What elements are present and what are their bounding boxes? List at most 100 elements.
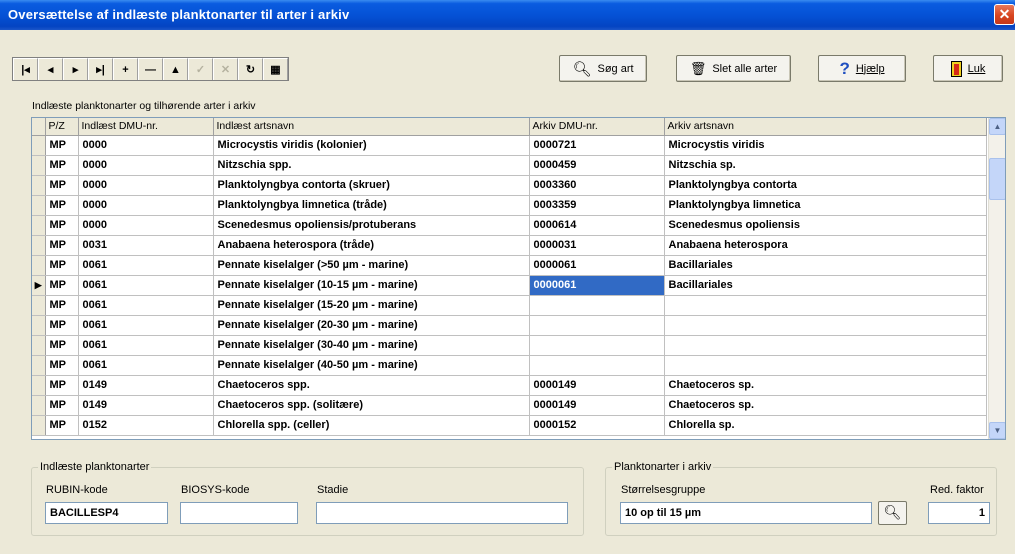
cell-imported-dmu[interactable]: 0149	[78, 395, 214, 416]
cell-imported-name[interactable]: Microcystis viridis (kolonier)	[213, 135, 530, 156]
cell-imported-dmu[interactable]: 0000	[78, 195, 214, 216]
cell-imported-name[interactable]: Anabaena heterospora (tråde)	[213, 235, 530, 256]
cell-archive-dmu[interactable]: 0000459	[529, 155, 665, 176]
cell-archive-dmu[interactable]: 0000061	[529, 255, 665, 276]
column-header-imported-dmu[interactable]: Indlæst DMU-nr.	[78, 118, 214, 136]
scroll-thumb[interactable]	[989, 158, 1005, 200]
cancel-edit-button[interactable]: ✕	[213, 58, 238, 80]
cell-pz[interactable]: MP	[45, 295, 79, 316]
delete-record-button[interactable]: —	[138, 58, 163, 80]
table-row[interactable]: MP 0031 Anabaena heterospora (tråde) 000003…	[32, 235, 987, 256]
cell-archive-name[interactable]: Chaetoceros sp.	[664, 395, 987, 416]
cell-pz[interactable]: MP	[45, 335, 79, 356]
cell-archive-dmu[interactable]: 0000149	[529, 375, 665, 396]
cell-pz[interactable]: MP	[45, 275, 79, 296]
next-record-button[interactable]: ▸	[63, 58, 88, 80]
reduction-factor-field[interactable]: 1	[928, 502, 990, 524]
cell-imported-dmu[interactable]: 0061	[78, 255, 214, 276]
cell-pz[interactable]: MP	[45, 155, 79, 176]
cell-imported-name[interactable]: Chaetoceros spp. (solitære)	[213, 395, 530, 416]
cell-imported-name[interactable]: Planktolyngbya contorta (skruer)	[213, 175, 530, 196]
cell-imported-dmu[interactable]: 0000	[78, 175, 214, 196]
search-species-button[interactable]: 🔍︎ Søg art	[559, 55, 647, 82]
cell-imported-dmu[interactable]: 0061	[78, 295, 214, 316]
cell-imported-name[interactable]: Pennate kiselalger (20-30 µm - marine)	[213, 315, 530, 336]
row-selector[interactable]	[32, 335, 46, 356]
cell-archive-name[interactable]: Microcystis viridis	[664, 135, 987, 156]
insert-record-button[interactable]: +	[113, 58, 138, 80]
cell-archive-dmu[interactable]	[529, 315, 665, 336]
cell-pz[interactable]: MP	[45, 255, 79, 276]
cell-imported-name[interactable]: Pennate kiselalger (40-50 µm - marine)	[213, 355, 530, 376]
table-row[interactable]: MP 0061 Pennate kiselalger (15-20 µm - mar…	[32, 295, 987, 316]
table-row[interactable]: MP 0149 Chaetoceros spp. (solitære) 0000149…	[32, 395, 987, 416]
row-selector[interactable]	[32, 375, 46, 396]
cell-archive-dmu[interactable]	[529, 295, 665, 316]
grid-vertical-scrollbar[interactable]: ▲ ▼	[988, 118, 1005, 439]
cell-archive-name[interactable]: Bacillariales	[664, 255, 987, 276]
cell-archive-name[interactable]	[664, 355, 987, 376]
cell-archive-name[interactable]: Chaetoceros sp.	[664, 375, 987, 396]
table-row[interactable]: MP 0061 Pennate kiselalger (40-50 µm - mar…	[32, 355, 987, 376]
cell-pz[interactable]: MP	[45, 315, 79, 336]
row-selector[interactable]	[32, 395, 46, 416]
prior-record-button[interactable]: ◂	[38, 58, 63, 80]
cell-archive-name[interactable]	[664, 315, 987, 336]
cell-imported-dmu[interactable]: 0152	[78, 415, 214, 436]
row-selector[interactable]	[32, 355, 46, 376]
cell-imported-name[interactable]: Pennate kiselalger (30-40 µm - marine)	[213, 335, 530, 356]
cell-pz[interactable]: MP	[45, 415, 79, 436]
cell-archive-name[interactable]: Anabaena heterospora	[664, 235, 987, 256]
cell-imported-name[interactable]: Pennate kiselalger (>50 µm - marine)	[213, 255, 530, 276]
table-row[interactable]: MP 0000 Scenedesmus opoliensis/protuberans…	[32, 215, 987, 236]
biosys-code-field[interactable]	[180, 502, 298, 524]
cell-pz[interactable]: MP	[45, 235, 79, 256]
scroll-up-icon[interactable]: ▲	[989, 118, 1005, 135]
cell-archive-name[interactable]: Chlorella sp.	[664, 415, 987, 436]
cell-pz[interactable]: MP	[45, 395, 79, 416]
export-button[interactable]: ▦	[263, 58, 288, 80]
table-row[interactable]: ▶ MP 0061 Pennate kiselalger (10-15 µm - ma…	[32, 275, 987, 296]
cell-pz[interactable]: MP	[45, 135, 79, 156]
scroll-down-icon[interactable]: ▼	[989, 422, 1005, 439]
cell-archive-name[interactable]: Scenedesmus opoliensis	[664, 215, 987, 236]
column-header-archive-name[interactable]: Arkiv artsnavn	[664, 118, 987, 136]
table-row[interactable]: MP 0000 Microcystis viridis (kolonier) 0000…	[32, 135, 987, 156]
stadie-field[interactable]	[316, 502, 568, 524]
column-header-archive-dmu[interactable]: Arkiv DMU-nr.	[529, 118, 665, 136]
cell-pz[interactable]: MP	[45, 215, 79, 236]
cell-pz[interactable]: MP	[45, 195, 79, 216]
cell-pz[interactable]: MP	[45, 175, 79, 196]
cell-archive-name[interactable]	[664, 295, 987, 316]
cell-imported-dmu[interactable]: 0031	[78, 235, 214, 256]
refresh-button[interactable]: ↻	[238, 58, 263, 80]
table-row[interactable]: MP 0000 Nitzschia spp. 0000459 Nitzschia sp.	[32, 155, 987, 176]
cell-imported-name[interactable]: Scenedesmus opoliensis/protuberans	[213, 215, 530, 236]
cell-archive-name[interactable]: Planktolyngbya limnetica	[664, 195, 987, 216]
cell-imported-dmu[interactable]: 0000	[78, 135, 214, 156]
cell-archive-name[interactable]	[664, 335, 987, 356]
row-selector[interactable]	[32, 135, 46, 156]
cell-imported-dmu[interactable]: 0061	[78, 355, 214, 376]
cell-archive-dmu[interactable]	[529, 355, 665, 376]
cell-archive-dmu[interactable]: 0000149	[529, 395, 665, 416]
table-row[interactable]: MP 0061 Pennate kiselalger (30-40 µm - mar…	[32, 335, 987, 356]
cell-imported-dmu[interactable]: 0000	[78, 155, 214, 176]
table-row[interactable]: MP 0152 Chlorella spp. (celler) 0000152 Chlo…	[32, 415, 987, 436]
row-selector[interactable]	[32, 195, 46, 216]
last-record-button[interactable]: ▸|	[88, 58, 113, 80]
table-row[interactable]: MP 0000 Planktolyngbya contorta (skruer) 00…	[32, 175, 987, 196]
cell-imported-dmu[interactable]: 0061	[78, 315, 214, 336]
row-selector[interactable]	[32, 295, 46, 316]
cell-archive-dmu[interactable]	[529, 335, 665, 356]
cell-imported-dmu[interactable]: 0000	[78, 215, 214, 236]
cell-archive-dmu[interactable]: 0000031	[529, 235, 665, 256]
cell-archive-dmu[interactable]: 0003359	[529, 195, 665, 216]
edit-record-button[interactable]: ▲	[163, 58, 188, 80]
cell-imported-name[interactable]: Pennate kiselalger (15-20 µm - marine)	[213, 295, 530, 316]
cell-archive-dmu[interactable]: 0000614	[529, 215, 665, 236]
first-record-button[interactable]: |◂	[13, 58, 38, 80]
post-edit-button[interactable]: ✓	[188, 58, 213, 80]
rubin-code-field[interactable]: BACILLESP4	[45, 502, 168, 524]
cell-imported-name[interactable]: Planktolyngbya limnetica (tråde)	[213, 195, 530, 216]
